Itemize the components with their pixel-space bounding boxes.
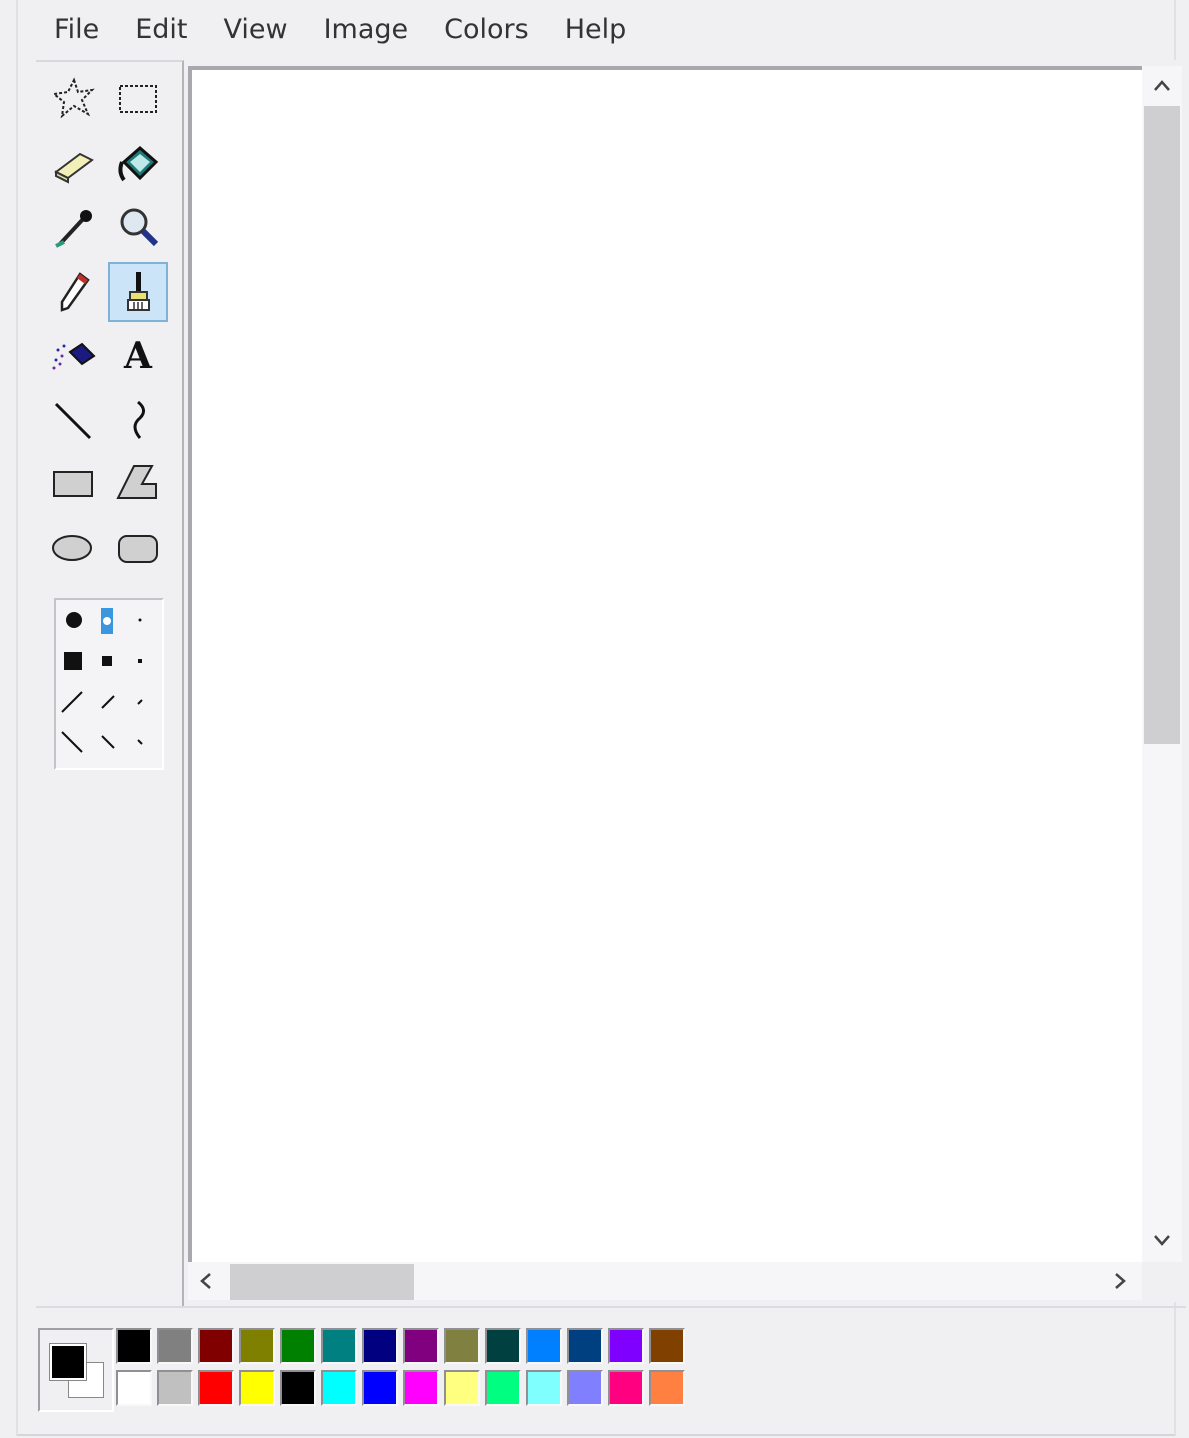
pencil-icon: [60, 272, 90, 312]
select-tool[interactable]: [108, 70, 168, 130]
brush-tool[interactable]: [108, 262, 168, 322]
color-swatch[interactable]: [608, 1328, 644, 1364]
brush-slash-small[interactable]: [137, 699, 143, 705]
curve-tool[interactable]: [108, 390, 168, 450]
fill-with-color-tool[interactable]: [108, 134, 168, 194]
menu-image[interactable]: Image: [306, 8, 427, 52]
airbrush-icon: [52, 342, 96, 370]
brush-icon: [127, 272, 150, 311]
color-swatch[interactable]: [649, 1370, 685, 1406]
color-swatch[interactable]: [116, 1370, 152, 1406]
rectangle-icon: [53, 471, 93, 497]
color-swatch[interactable]: [485, 1328, 521, 1364]
menu-edit[interactable]: Edit: [117, 8, 205, 52]
color-swatch[interactable]: [608, 1370, 644, 1406]
color-swatch[interactable]: [321, 1370, 357, 1406]
color-swatch[interactable]: [526, 1328, 562, 1364]
brush-square-medium[interactable]: [102, 656, 112, 666]
line-icon: [54, 402, 92, 440]
brush-round-small[interactable]: [138, 618, 142, 622]
menu-help[interactable]: Help: [547, 8, 645, 52]
line-tool[interactable]: [44, 390, 104, 450]
color-swatch[interactable]: [649, 1328, 685, 1364]
brush-square-large[interactable]: [64, 652, 82, 670]
drawing-canvas[interactable]: [188, 66, 1142, 1266]
divider: [36, 1306, 1186, 1308]
rectangle-tool[interactable]: [44, 454, 104, 514]
eraser-tool[interactable]: [44, 134, 104, 194]
vertical-scroll-thumb[interactable]: [1144, 106, 1180, 744]
brush-square-small[interactable]: [138, 659, 142, 663]
color-swatch[interactable]: [198, 1370, 234, 1406]
curve-icon: [133, 400, 145, 439]
menu-file[interactable]: File: [36, 8, 117, 52]
scroll-down-icon[interactable]: [1147, 1226, 1177, 1262]
color-swatch[interactable]: [526, 1370, 562, 1406]
text-icon: A: [124, 335, 152, 377]
polygon-tool[interactable]: [108, 454, 168, 514]
color-swatch[interactable]: [321, 1328, 357, 1364]
paint-window: File Edit View Image Colors Help A: [16, 0, 1188, 1436]
current-colors[interactable]: [38, 1328, 114, 1412]
canvas-area: [184, 60, 1188, 1302]
color-swatch[interactable]: [485, 1370, 521, 1406]
color-swatch[interactable]: [157, 1370, 193, 1406]
pencil-tool[interactable]: [44, 262, 104, 322]
polygon-icon: [116, 465, 157, 499]
free-form-select-icon: [51, 77, 95, 119]
color-swatch[interactable]: [239, 1370, 275, 1406]
ellipse-icon: [52, 535, 92, 561]
color-swatch[interactable]: [444, 1370, 480, 1406]
brush-backslash-medium[interactable]: [101, 735, 115, 749]
color-swatch[interactable]: [362, 1370, 398, 1406]
eraser-icon: [54, 152, 94, 184]
brush-shape-options: [61, 608, 143, 753]
magnifier-icon: [120, 208, 159, 247]
color-swatch[interactable]: [567, 1328, 603, 1364]
scroll-up-icon[interactable]: [1147, 70, 1177, 106]
ellipse-tool[interactable]: [44, 518, 104, 578]
tool-box: A: [36, 60, 184, 1306]
scroll-left-icon[interactable]: [192, 1266, 222, 1302]
foreground-color-swatch: [49, 1343, 87, 1381]
rounded-rectangle-tool[interactable]: [108, 518, 168, 578]
color-swatch[interactable]: [403, 1370, 439, 1406]
rounded-rectangle-icon: [118, 535, 158, 563]
color-swatch[interactable]: [403, 1328, 439, 1364]
color-swatch[interactable]: [280, 1328, 316, 1364]
fill-with-color-icon: [118, 146, 159, 182]
menu-colors[interactable]: Colors: [426, 8, 547, 52]
color-swatch[interactable]: [280, 1370, 316, 1406]
color-swatch[interactable]: [444, 1328, 480, 1364]
pick-color-icon: [55, 210, 92, 248]
brush-options: [54, 598, 164, 770]
color-palette: [36, 1318, 696, 1412]
menu-bar: File Edit View Image Colors Help: [36, 8, 1156, 52]
color-swatch[interactable]: [198, 1328, 234, 1364]
brush-backslash-small[interactable]: [137, 739, 143, 745]
brush-round-large[interactable]: [66, 612, 82, 628]
select-icon: [119, 85, 157, 113]
brush-slash-medium[interactable]: [101, 695, 115, 709]
horizontal-scrollbar[interactable]: [188, 1262, 1142, 1300]
brush-backslash-large[interactable]: [61, 731, 83, 753]
airbrush-tool[interactable]: [44, 326, 104, 386]
free-form-select-tool[interactable]: [44, 70, 104, 130]
vertical-scrollbar[interactable]: [1142, 66, 1182, 1262]
horizontal-scroll-thumb[interactable]: [230, 1264, 414, 1300]
pick-color-tool[interactable]: [44, 198, 104, 258]
color-swatch[interactable]: [362, 1328, 398, 1364]
color-swatch[interactable]: [567, 1370, 603, 1406]
color-swatch[interactable]: [239, 1328, 275, 1364]
brush-slash-large[interactable]: [61, 691, 83, 713]
text-tool[interactable]: A: [108, 326, 168, 386]
color-swatch[interactable]: [116, 1328, 152, 1364]
magnifier-tool[interactable]: [108, 198, 168, 258]
scroll-right-icon[interactable]: [1104, 1266, 1134, 1302]
menu-view[interactable]: View: [205, 8, 305, 52]
color-swatch[interactable]: [157, 1328, 193, 1364]
